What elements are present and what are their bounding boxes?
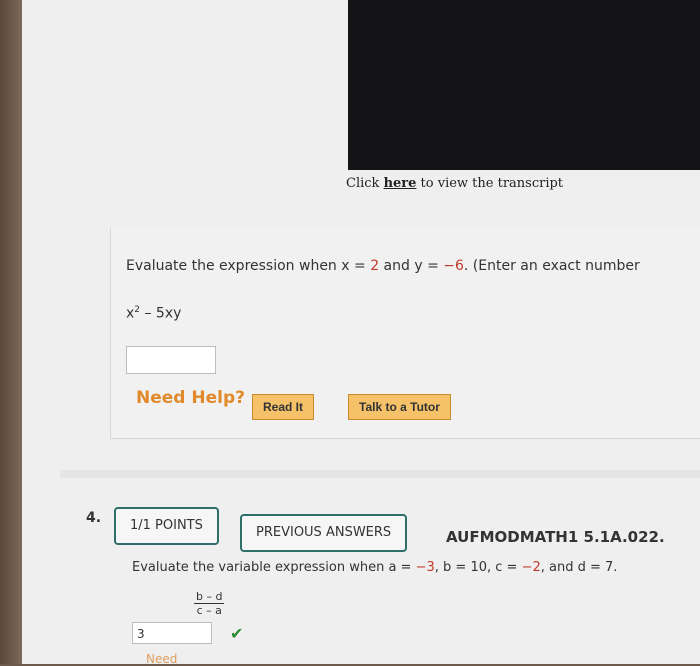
- prompt-text: .: [613, 560, 618, 575]
- transcript-prefix: Click: [346, 176, 384, 191]
- b-value: 10: [470, 560, 487, 575]
- question4-fraction: b – d c – a: [194, 590, 225, 617]
- transcript-link[interactable]: here: [384, 176, 417, 191]
- question3-answer-input[interactable]: [126, 346, 216, 374]
- question4-prompt: Evaluate the variable expression when a …: [132, 560, 617, 575]
- prompt-text: . (Enter an exact number: [463, 258, 640, 274]
- prompt-text: and y =: [379, 258, 444, 274]
- y-value: −6: [443, 258, 464, 274]
- read-it-button[interactable]: Read It: [252, 394, 315, 420]
- question4-answer-input[interactable]: 3: [132, 622, 212, 644]
- prompt-text: , b =: [434, 560, 471, 575]
- prompt-text: , c =: [487, 560, 522, 575]
- question4-number: 4.: [86, 510, 102, 526]
- checkmark-icon: ✔: [230, 624, 244, 643]
- video-player[interactable]: [348, 0, 700, 170]
- prompt-text: , and d =: [540, 560, 606, 575]
- section-divider: [60, 470, 700, 478]
- question3-expression: x2 – 5xy: [126, 305, 181, 322]
- fraction-denominator: c – a: [196, 604, 222, 617]
- c-value: −2: [521, 560, 541, 575]
- question-code: AUFMODMATH1 5.1A.022.: [446, 528, 665, 546]
- x-value: 2: [370, 258, 380, 274]
- prompt-text: Evaluate the variable expression when a …: [132, 560, 416, 575]
- previous-answers-button[interactable]: PREVIOUS ANSWERS: [240, 514, 408, 552]
- talk-to-tutor-button[interactable]: Talk to a Tutor: [348, 394, 451, 420]
- question3-prompt: Evaluate the expression when x = 2 and y…: [126, 258, 640, 274]
- prompt-text: Evaluate the expression when x =: [126, 258, 371, 274]
- need-help-label: Need Help?: [136, 388, 245, 408]
- expr-rest: – 5xy: [140, 305, 182, 322]
- transcript-line: Click here to view the transcript: [346, 176, 563, 191]
- transcript-suffix: to view the transcript: [416, 176, 564, 191]
- a-value: −3: [415, 560, 435, 575]
- fraction-numerator: b – d: [194, 590, 225, 604]
- points-badge: 1/1 POINTS: [114, 507, 219, 545]
